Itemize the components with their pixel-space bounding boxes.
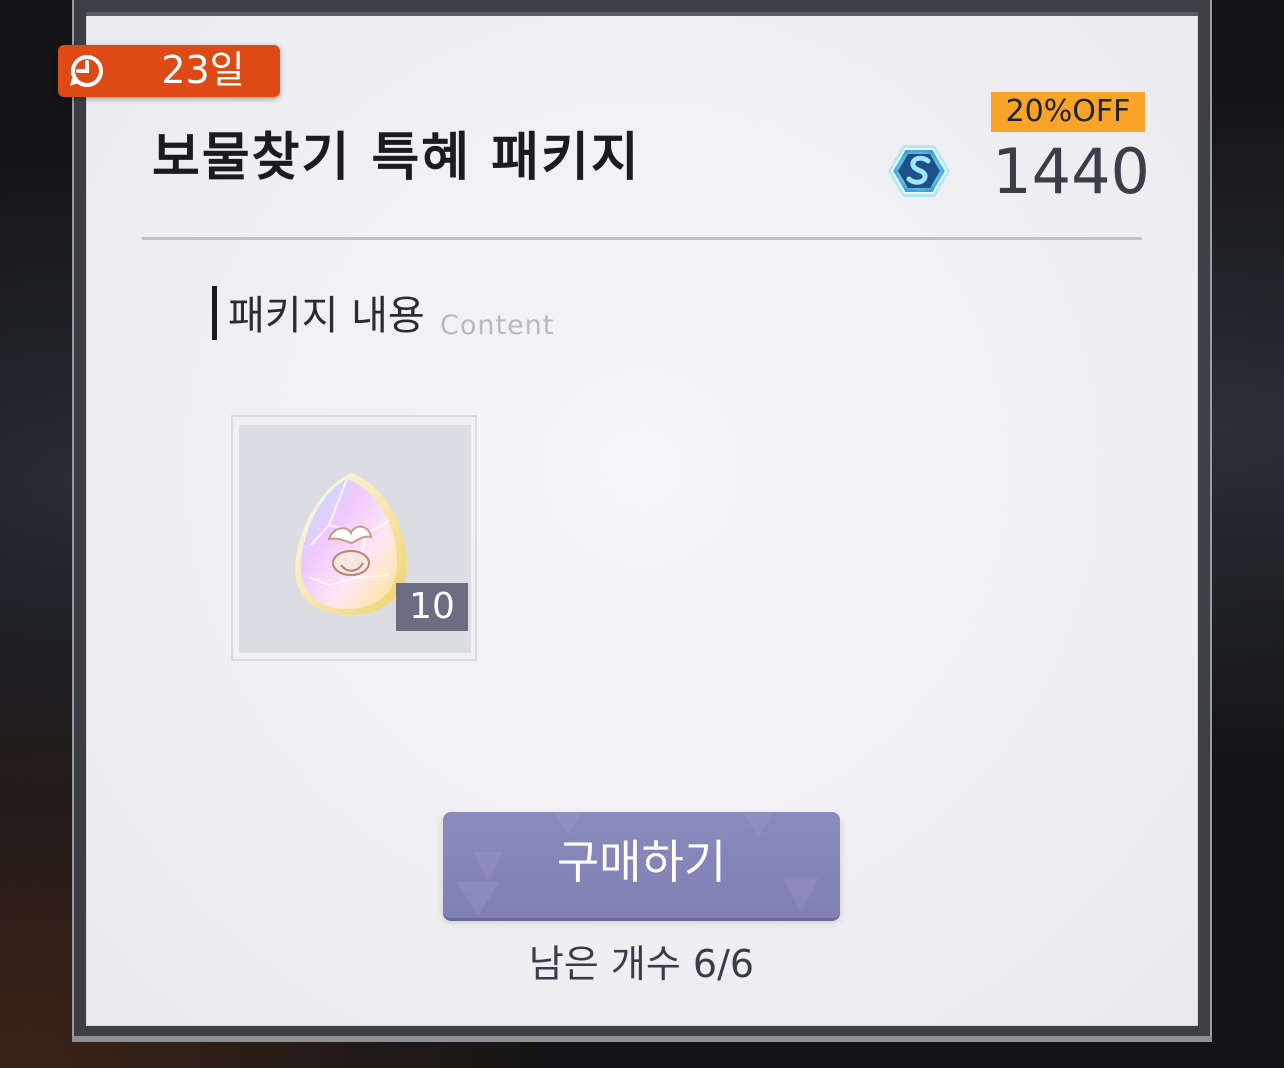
title-divider — [142, 237, 1142, 240]
package-price: 1440 — [992, 135, 1150, 208]
purchase-button-label: 구매하기 — [556, 835, 727, 889]
time-remaining-badge: 23일 — [58, 45, 280, 97]
package-title: 보물찾기 특혜 패키지 — [152, 128, 641, 188]
contents-subheading: Content — [440, 310, 555, 341]
clock-icon — [70, 55, 103, 87]
remaining-count: 남은 개수 6/6 — [528, 942, 755, 986]
contents-heading: 패키지 내용 — [228, 293, 425, 339]
s-gem-currency-icon — [888, 145, 950, 197]
section-accent-bar — [212, 286, 217, 340]
timer-label: 23일 — [161, 48, 245, 92]
discount-badge: 20%OFF — [991, 92, 1145, 132]
item-quantity-badge: 10 — [396, 583, 468, 631]
panel-frame-bottom — [72, 1036, 1212, 1042]
card-top-rule — [86, 12, 1198, 16]
purchase-button[interactable]: 구매하기 — [443, 812, 840, 918]
